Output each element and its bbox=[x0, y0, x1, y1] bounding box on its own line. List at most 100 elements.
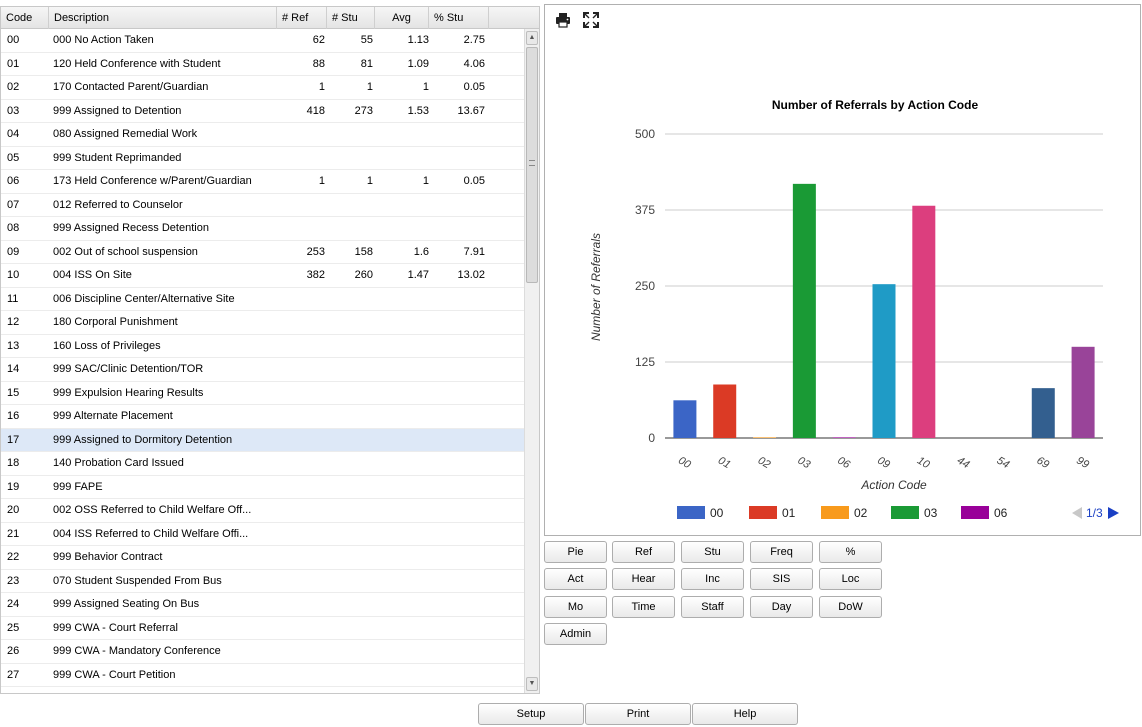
cell-avg bbox=[377, 664, 429, 687]
cell-pct-stu bbox=[433, 405, 485, 428]
grip-icon bbox=[529, 160, 535, 166]
fullscreen-icon[interactable] bbox=[583, 12, 599, 28]
bar-00 bbox=[673, 400, 697, 438]
chart-button-percent[interactable]: % bbox=[819, 541, 882, 563]
x-tick-label: 09 bbox=[875, 455, 892, 472]
cell-code: 14 bbox=[7, 363, 20, 375]
table-row[interactable]: 09 002 Out of school suspension 253 158 1.6 7… bbox=[1, 241, 525, 264]
column-header-code[interactable]: Code bbox=[1, 7, 49, 29]
chart-button-hear[interactable]: Hear bbox=[612, 568, 675, 590]
table-row[interactable]: 22 999 Behavior Contract bbox=[1, 546, 525, 570]
chart-button-pie[interactable]: Pie bbox=[544, 541, 607, 563]
cell-ref bbox=[281, 358, 325, 381]
table-row[interactable]: 15 999 Expulsion Hearing Results bbox=[1, 382, 525, 405]
help-button[interactable]: Help bbox=[692, 703, 798, 725]
cell-stu bbox=[329, 429, 373, 452]
cell-pct-stu bbox=[433, 147, 485, 170]
cell-pct-stu bbox=[433, 429, 485, 452]
chart-button-day[interactable]: Day bbox=[750, 596, 813, 618]
column-header-ref[interactable]: # Ref bbox=[277, 7, 327, 29]
table-row[interactable]: 16 999 Alternate Placement bbox=[1, 405, 525, 429]
table-row[interactable]: 19 999 FAPE bbox=[1, 476, 525, 499]
table-row[interactable]: 05 999 Student Reprimanded bbox=[1, 147, 525, 170]
column-header-pct-stu[interactable]: % Stu bbox=[429, 7, 489, 29]
chart-button-inc[interactable]: Inc bbox=[681, 568, 744, 590]
table-row[interactable]: 04 080 Assigned Remedial Work bbox=[1, 123, 525, 147]
chart-button-stu[interactable]: Stu bbox=[681, 541, 744, 563]
table-row[interactable]: 24 999 Assigned Seating On Bus bbox=[1, 593, 525, 617]
table-row[interactable]: 20 002 OSS Referred to Child Welfare Off.… bbox=[1, 499, 525, 523]
cell-ref bbox=[281, 335, 325, 358]
cell-avg bbox=[377, 382, 429, 405]
x-tick-label: 02 bbox=[756, 455, 773, 472]
scrollbar-thumb[interactable] bbox=[526, 47, 538, 283]
cell-code: 21 bbox=[7, 527, 20, 540]
vertical-scrollbar[interactable]: ▲ ▼ bbox=[524, 29, 539, 693]
cell-description: 002 OSS Referred to Child Welfare Off... bbox=[53, 504, 252, 516]
cell-ref bbox=[281, 194, 325, 217]
cell-pct-stu: 2.75 bbox=[463, 34, 485, 46]
table-row[interactable]: 11 006 Discipline Center/Alternative Site bbox=[1, 288, 525, 311]
table-body: 00 000 No Action Taken 62 55 1.13 2.75 01 120 H… bbox=[1, 29, 525, 693]
cell-ref: 88 bbox=[312, 57, 325, 70]
cell-description: 012 Referred to Counselor bbox=[53, 198, 183, 211]
chart-button-ref[interactable]: Ref bbox=[612, 541, 675, 563]
cell-code: 24 bbox=[7, 598, 20, 610]
print-button[interactable]: Print bbox=[585, 703, 691, 725]
cell-description: 999 SAC/Clinic Detention/TOR bbox=[53, 363, 204, 375]
chart-button-sis[interactable]: SIS bbox=[750, 568, 813, 590]
table-row[interactable]: 01 120 Held Conference with Student 88 81 1.… bbox=[1, 53, 525, 76]
scroll-up-arrow-icon[interactable]: ▲ bbox=[526, 31, 538, 45]
legend-next-arrow-icon[interactable] bbox=[1108, 507, 1119, 519]
cell-ref bbox=[281, 217, 325, 240]
table-row[interactable]: 00 000 No Action Taken 62 55 1.13 2.75 bbox=[1, 29, 525, 53]
chart-button-time[interactable]: Time bbox=[612, 596, 675, 618]
cell-pct-stu bbox=[433, 664, 485, 687]
table-row[interactable]: 07 012 Referred to Counselor bbox=[1, 194, 525, 217]
table-row[interactable]: 23 070 Student Suspended From Bus bbox=[1, 570, 525, 593]
table-row[interactable]: 17 999 Assigned to Dormitory Detention bbox=[1, 428, 525, 452]
printer-icon[interactable] bbox=[555, 12, 571, 28]
scroll-down-arrow-icon[interactable]: ▼ bbox=[526, 677, 538, 691]
table-row[interactable]: 10 004 ISS On Site 382 260 1.47 13.02 bbox=[1, 264, 525, 288]
table-row[interactable]: 27 999 CWA - Court Petition bbox=[1, 664, 525, 687]
legend-prev-arrow-icon[interactable] bbox=[1072, 507, 1082, 519]
table-row[interactable]: 18 140 Probation Card Issued bbox=[1, 452, 525, 476]
column-header-avg[interactable]: Avg bbox=[375, 7, 429, 29]
bar-02 bbox=[753, 437, 777, 438]
table-row[interactable]: 14 999 SAC/Clinic Detention/TOR bbox=[1, 358, 525, 382]
chart-button-admin[interactable]: Admin bbox=[544, 623, 607, 645]
cell-avg: 1.53 bbox=[407, 104, 429, 117]
chart-button-act[interactable]: Act bbox=[544, 568, 607, 590]
cell-description: 999 CWA - Court Referral bbox=[53, 621, 178, 634]
table-row[interactable]: 12 180 Corporal Punishment bbox=[1, 311, 525, 335]
table-row[interactable]: 26 999 CWA - Mandatory Conference bbox=[1, 640, 525, 664]
chart-button-staff[interactable]: Staff bbox=[681, 596, 744, 618]
chart-button-dow[interactable]: DoW bbox=[819, 596, 882, 618]
bar-chart: Number of Referrals by Action Code 0 125 25… bbox=[589, 98, 1119, 520]
chart-button-mo[interactable]: Mo bbox=[544, 596, 607, 618]
cell-avg bbox=[377, 123, 429, 146]
legend-page-indicator: 1/3 bbox=[1086, 506, 1103, 520]
cell-description: 999 Assigned Seating On Bus bbox=[53, 598, 200, 610]
table-row[interactable]: 25 999 CWA - Court Referral bbox=[1, 617, 525, 640]
table-row[interactable]: 03 999 Assigned to Detention 418 273 1.53 13.… bbox=[1, 100, 525, 123]
column-header-description[interactable]: Description bbox=[49, 7, 277, 29]
cell-avg: 1.09 bbox=[407, 57, 429, 70]
cell-stu: 55 bbox=[360, 34, 373, 46]
chart-button-freq[interactable]: Freq bbox=[750, 541, 813, 563]
table-row[interactable]: 02 170 Contacted Parent/Guardian 1 1 1 0.05 bbox=[1, 76, 525, 100]
cell-code: 26 bbox=[7, 645, 20, 657]
cell-stu: 1 bbox=[366, 81, 373, 93]
bar-99 bbox=[1071, 346, 1095, 438]
table-row[interactable]: 08 999 Assigned Recess Detention bbox=[1, 217, 525, 241]
legend-label: 01 bbox=[782, 506, 796, 520]
chart-button-loc[interactable]: Loc bbox=[819, 568, 882, 590]
table-row[interactable]: 06 173 Held Conference w/Parent/Guardian 1… bbox=[1, 170, 525, 194]
cell-code: 20 bbox=[7, 504, 20, 516]
table-row[interactable]: 13 160 Loss of Privileges bbox=[1, 335, 525, 358]
table-row[interactable]: 21 004 ISS Referred to Child Welfare Offi… bbox=[1, 523, 525, 546]
cell-stu bbox=[329, 570, 373, 593]
column-header-stu[interactable]: # Stu bbox=[327, 7, 375, 29]
setup-button[interactable]: Setup bbox=[478, 703, 584, 725]
